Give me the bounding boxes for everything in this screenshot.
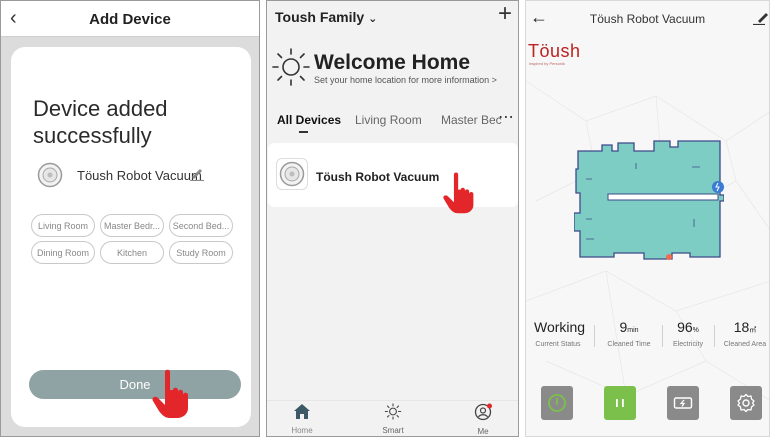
stat-status: Working Current Status [534, 319, 586, 348]
welcome-title: Welcome Home [314, 51, 470, 74]
stat-cleaned-time: 9min Cleaned Time [604, 319, 654, 348]
home-screen: Toush Family ⌄ + Welcome Home Set your h… [266, 0, 519, 437]
success-sheet: Device added successfully Töush Robot Va… [11, 47, 251, 427]
room-chip[interactable]: Living Room [31, 214, 95, 237]
success-message: Device added successfully [33, 96, 168, 148]
more-icon[interactable]: ⋯ [498, 107, 514, 127]
nav-home-label: Home [291, 426, 313, 435]
device-row: Töush Robot Vacuum [33, 160, 233, 190]
divider [662, 325, 663, 347]
device-thumbnail [276, 158, 308, 190]
nav-smart[interactable]: Smart [363, 403, 423, 435]
done-button[interactable]: Done [29, 370, 241, 399]
room-tabs: All Devices Living Room Master Bec [277, 113, 517, 133]
chevron-down-icon: ⌄ [368, 13, 378, 25]
divider [714, 325, 715, 347]
device-name: Töush Robot Vacuum [316, 170, 440, 184]
active-tab-indicator [299, 131, 308, 133]
device-name: Töush Robot Vacuum [77, 168, 202, 183]
room-chip[interactable]: Kitchen [100, 241, 164, 264]
welcome-subtitle[interactable]: Set your home location for more informat… [314, 75, 497, 85]
hand-pointer-icon [152, 369, 188, 418]
bottom-nav: Home Smart Me [267, 400, 518, 436]
status-bar: Working Current Status 9min Cleaned Time… [526, 319, 769, 355]
room-chip[interactable]: Dining Room [31, 241, 95, 264]
nav-smart-label: Smart [382, 426, 404, 435]
nav-me[interactable]: Me [453, 403, 513, 436]
stat-value: 96% [677, 319, 699, 335]
user-icon [474, 403, 492, 421]
pause-icon [616, 399, 624, 407]
robot-vacuum-icon [37, 162, 63, 188]
nav-home[interactable]: Home [272, 403, 332, 435]
stat-value: Working [534, 319, 586, 335]
room-chip[interactable]: Second Bed... [169, 214, 233, 237]
sun-icon [272, 48, 310, 86]
charge-icon [673, 397, 693, 409]
family-selector[interactable]: Toush Family ⌄ [275, 9, 377, 25]
brand-tagline: inspired by Personik [529, 61, 566, 66]
sun-icon [384, 403, 402, 420]
edit-icon[interactable] [753, 9, 769, 25]
power-button[interactable] [541, 386, 573, 420]
brand-logo: Töush [528, 41, 581, 61]
top-bar: ‹ Add Device [1, 1, 259, 37]
stat-label: Cleaned Area [723, 341, 767, 348]
room-chip[interactable]: Master Bedr... [100, 214, 164, 237]
cleaning-map [574, 140, 724, 260]
home-icon [294, 404, 310, 419]
divider [594, 325, 595, 347]
family-label: Toush Family [275, 9, 365, 25]
stat-value: 9min [619, 319, 639, 335]
settings-icon [737, 393, 755, 413]
stat-label: Electricity [673, 341, 703, 348]
edit-icon[interactable] [189, 165, 205, 181]
room-selector: Living Room Master Bedr... Second Bed...… [31, 214, 237, 264]
device-card[interactable]: Töush Robot Vacuum [268, 143, 518, 207]
settings-button[interactable] [730, 386, 762, 420]
pause-button[interactable] [604, 386, 636, 420]
stat-cleaned-area: 18㎡ Cleaned Area [720, 319, 769, 348]
tab-living-room[interactable]: Living Room [355, 113, 422, 127]
stat-value: 18㎡ [733, 319, 757, 335]
tab-master-bedroom[interactable]: Master Bec [441, 113, 502, 127]
hand-pointer-icon [443, 172, 474, 214]
nav-me-label: Me [477, 427, 489, 436]
stat-electricity: 96% Electricity [666, 319, 710, 348]
stat-label: Current Status [535, 341, 581, 348]
add-device-screen: ‹ Add Device Device added successfully T… [0, 0, 260, 437]
power-icon [548, 394, 566, 412]
room-chip[interactable]: Study Room [169, 241, 233, 264]
page-title: Töush Robot Vacuum [589, 12, 706, 26]
stat-label: Cleaned Time [607, 341, 651, 348]
add-device-icon[interactable]: + [498, 2, 512, 26]
page-title: Add Device [89, 11, 171, 28]
robot-vacuum-icon [279, 161, 305, 187]
vacuum-control-screen: ← Töush Robot Vacuum Töush inspired by P… [525, 0, 770, 437]
tab-all-devices[interactable]: All Devices [277, 113, 341, 127]
recharge-button[interactable] [667, 386, 699, 420]
